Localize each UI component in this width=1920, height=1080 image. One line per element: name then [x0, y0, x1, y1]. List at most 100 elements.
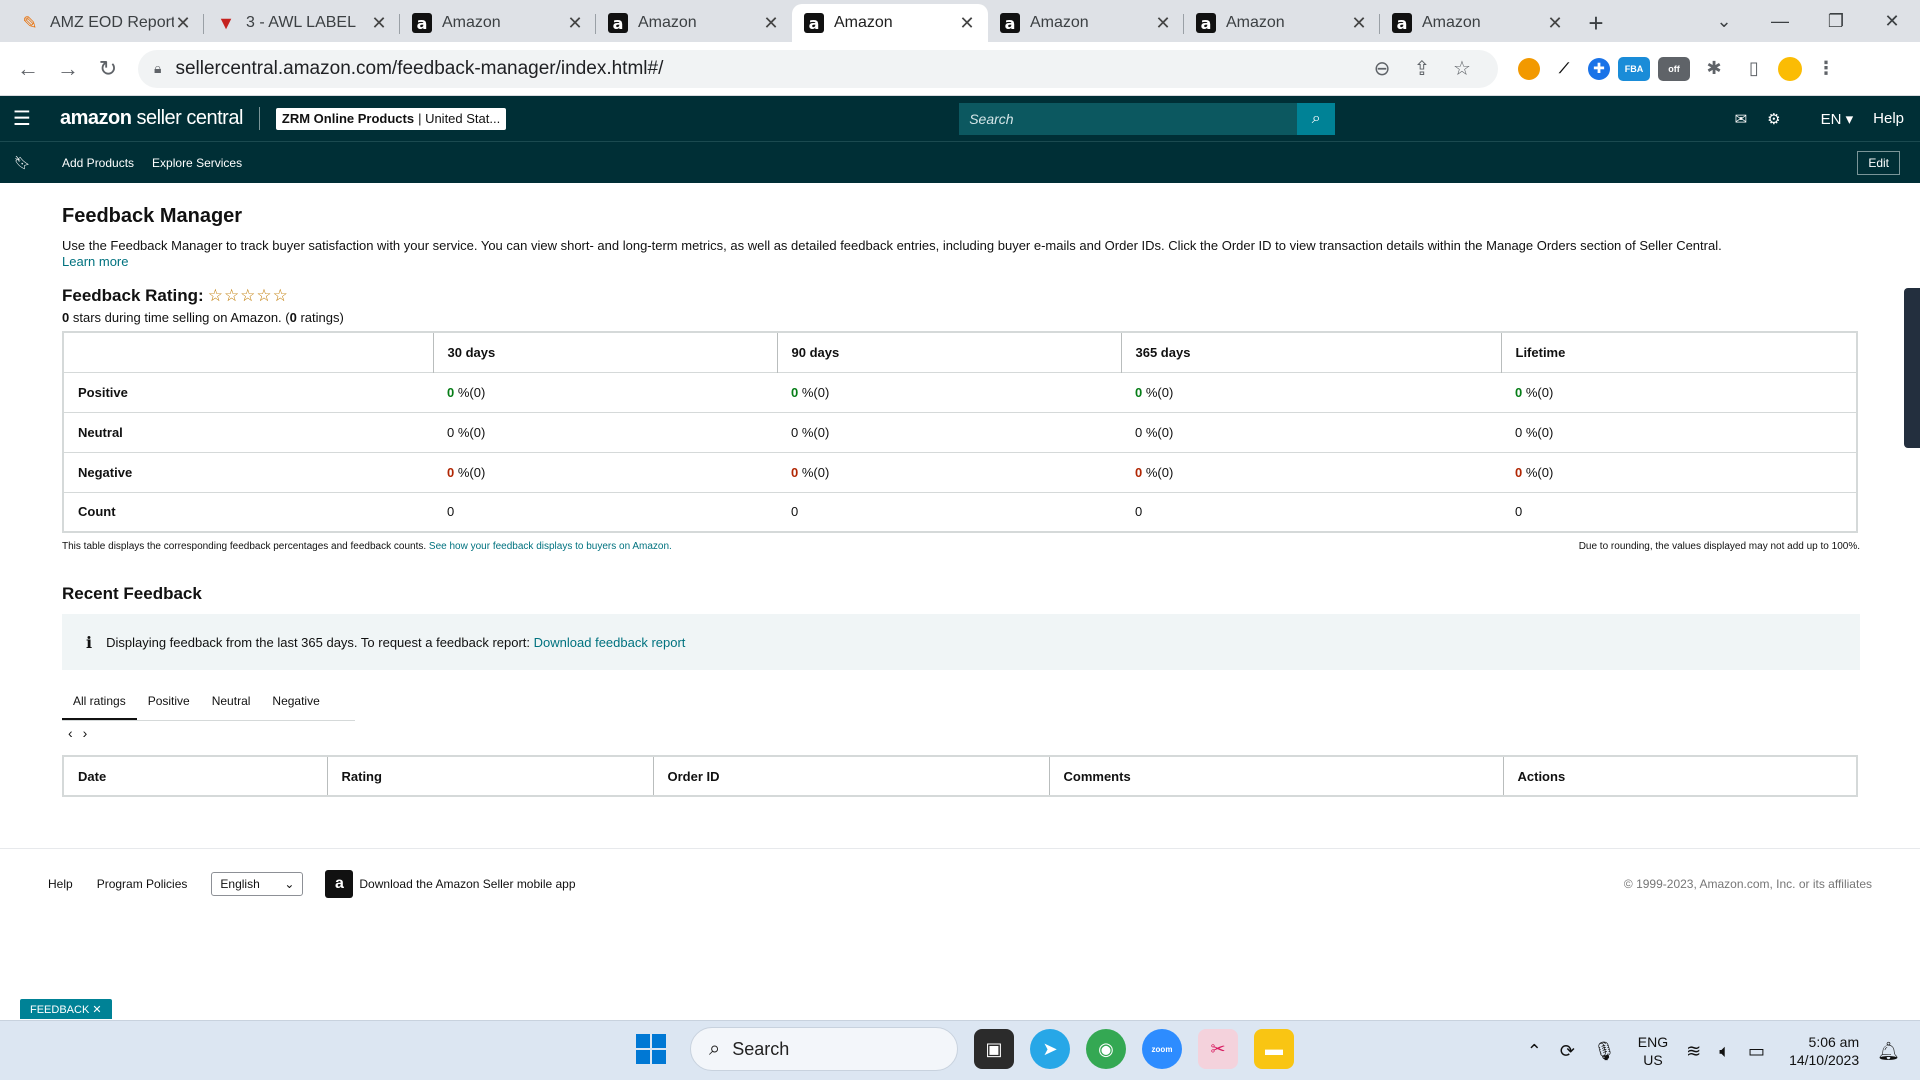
chrome-icon[interactable]: ◉ [1086, 1029, 1126, 1069]
profile-avatar[interactable] [1778, 56, 1802, 81]
back-icon[interactable]: ← [8, 56, 48, 82]
side-panel-icon[interactable]: ▯ [1738, 57, 1770, 81]
tab-neutral[interactable]: Neutral [201, 686, 262, 720]
learn-more-link[interactable]: Learn more [62, 254, 128, 269]
column-rating[interactable]: Rating [326, 756, 653, 796]
metrics-row-positive: Positive 0 %(0) 0 %(0) 0 %(0) 0 %(0) [63, 371, 1857, 412]
tab-all-ratings[interactable]: All ratings [62, 686, 137, 720]
edit-button[interactable]: Edit [1857, 150, 1900, 175]
zoom-icon[interactable]: zoom [1142, 1029, 1182, 1069]
bookmark-star-icon[interactable]: ☆ [1442, 56, 1482, 81]
tab-positive[interactable]: Positive [137, 686, 201, 720]
browser-tab-8[interactable]: a Amazon ✕ [1380, 4, 1576, 42]
taskbar-search[interactable]: ⌕ Search [690, 1027, 958, 1071]
input-language[interactable]: ENG US [1638, 1033, 1668, 1069]
fba-extension-icon[interactable]: FBA [1618, 56, 1650, 81]
tab-title: Amazon [834, 14, 893, 31]
search-icon: ⌕ [709, 1037, 721, 1060]
search-button[interactable]: ⌕ [1297, 102, 1336, 135]
chevron-up-icon[interactable]: ⌃ [1527, 1041, 1542, 1062]
gear-icon[interactable]: ⚙ [1767, 110, 1780, 128]
extension-icon-3[interactable]: ✚ [1588, 57, 1610, 80]
add-products-link[interactable]: Add Products [62, 156, 134, 170]
metric-cell: 0 %(0) [1121, 371, 1501, 412]
microphone-icon[interactable]: 🎙︎ [1593, 1041, 1616, 1062]
browser-tab-7[interactable]: a Amazon ✕ [1184, 4, 1380, 42]
taskbar-clock[interactable]: 5:06 am 14/10/2023 [1789, 1033, 1859, 1069]
chevron-left-icon[interactable]: ‹ [68, 725, 83, 741]
footer-help-link[interactable]: Help [48, 877, 73, 891]
reload-icon[interactable]: ↻ [88, 56, 128, 82]
feedback-display-link[interactable]: See how your feedback displays to buyers… [429, 541, 672, 552]
off-extension-icon[interactable]: off [1658, 56, 1690, 81]
column-date[interactable]: Date [63, 756, 327, 796]
browser-tab-2[interactable]: ▼ 3 - AWL LABEL ✕ [204, 4, 400, 42]
metric-suffix: %(0) [1142, 384, 1174, 400]
battery-icon[interactable]: ▭ [1748, 1041, 1765, 1062]
program-policies-link[interactable]: Program Policies [97, 877, 188, 891]
hamburger-menu-icon[interactable]: ☰ [0, 106, 44, 131]
amazon-app-icon[interactable]: a [325, 869, 354, 898]
tab-negative[interactable]: Negative [261, 686, 330, 720]
notification-icon[interactable]: 🔔︎ [1877, 1041, 1900, 1062]
feedback-widget-button[interactable]: FEEDBACK ✕ [20, 999, 112, 1019]
help-link[interactable]: Help [1873, 110, 1904, 127]
download-report-link[interactable]: Download feedback report [534, 635, 686, 650]
file-explorer-icon[interactable]: ▬ [1254, 1029, 1294, 1069]
address-bar[interactable]: 🔒︎ sellercentral.amazon.com/feedback-man… [138, 49, 1498, 88]
browser-tab-6[interactable]: a Amazon ✕ [988, 4, 1184, 42]
task-view-icon[interactable]: ▣ [974, 1029, 1014, 1069]
side-edge-widget[interactable] [1904, 288, 1920, 448]
zoom-icon[interactable]: ⊖ [1362, 56, 1402, 81]
minimize-icon[interactable]: — [1752, 11, 1808, 32]
sync-icon[interactable]: ⟳ [1560, 1041, 1575, 1062]
close-icon[interactable]: ✕ [762, 13, 780, 34]
close-icon[interactable]: ✕ [1546, 13, 1564, 34]
browser-tab-4[interactable]: a Amazon ✕ [596, 4, 792, 42]
bookmark-icon[interactable]: 🔖︎ [0, 155, 44, 171]
close-icon[interactable]: ✕ [1350, 13, 1368, 34]
close-icon[interactable]: ✕ [566, 13, 584, 34]
metric-cell: 0 %(0) [433, 411, 777, 452]
footer-language-select[interactable]: English ⌄ [211, 871, 304, 896]
forward-icon[interactable]: → [48, 56, 88, 82]
close-icon[interactable]: ✕ [174, 13, 192, 34]
language-selector[interactable]: EN ▾ [1801, 110, 1854, 128]
download-app-link[interactable]: Download the Amazon Seller mobile app [359, 877, 575, 891]
telegram-icon[interactable]: ➤ [1030, 1029, 1070, 1069]
seller-central-logo[interactable]: amazon seller central [60, 107, 260, 130]
column-order-id[interactable]: Order ID [652, 756, 1049, 796]
metric-cell: 0 [1501, 491, 1857, 532]
puzzle-icon[interactable]: ✱ [1698, 57, 1730, 81]
header-search-input[interactable]: Search ⌕ [959, 102, 1336, 135]
metric-cell: 0 %(0) [1501, 451, 1857, 492]
close-icon[interactable]: ✕ [370, 13, 388, 34]
extension-icon-2[interactable]: ⟋ [1548, 57, 1580, 81]
page-title: Feedback Manager [62, 205, 243, 227]
extension-icon-1[interactable] [1518, 57, 1540, 80]
browser-tab-5[interactable]: a Amazon ✕ [792, 4, 988, 42]
mail-icon[interactable]: ✉ [1735, 110, 1748, 128]
tab-search-icon[interactable]: ⌄ [1696, 11, 1752, 32]
close-icon[interactable]: ✕ [1154, 13, 1172, 34]
browser-tab-3[interactable]: a Amazon ✕ [400, 4, 596, 42]
menu-kebab-icon[interactable]: ⋮ [1810, 57, 1842, 81]
lock-icon[interactable]: 🔒︎ [154, 60, 161, 77]
explore-services-link[interactable]: Explore Services [152, 156, 242, 170]
new-tab-button[interactable]: + [1576, 4, 1616, 42]
wifi-icon[interactable]: ≋ [1686, 1041, 1701, 1062]
close-icon[interactable]: ✕ [958, 13, 976, 34]
snipping-tool-icon[interactable]: ✂ [1198, 1029, 1238, 1069]
column-comments[interactable]: Comments [1048, 756, 1503, 796]
metrics-row-count: Count 0 0 0 0 [63, 491, 1857, 532]
restore-icon[interactable]: ❐ [1808, 11, 1864, 32]
page-description: Use the Feedback Manager to track buyer … [62, 238, 1860, 270]
close-window-icon[interactable]: ✕ [1864, 11, 1920, 32]
share-icon[interactable]: ⇪ [1402, 56, 1442, 81]
chevron-right-icon[interactable]: › [83, 725, 98, 741]
store-selector[interactable]: ZRM Online Products | United Stat... [275, 107, 507, 130]
url-text[interactable]: sellercentral.amazon.com/feedback-manage… [175, 58, 1362, 80]
windows-start-icon[interactable] [636, 1034, 666, 1064]
browser-tab-1[interactable]: ✎ AMZ EOD Report ✕ [8, 4, 204, 42]
volume-icon[interactable]: 🔈︎ [1719, 1041, 1730, 1062]
